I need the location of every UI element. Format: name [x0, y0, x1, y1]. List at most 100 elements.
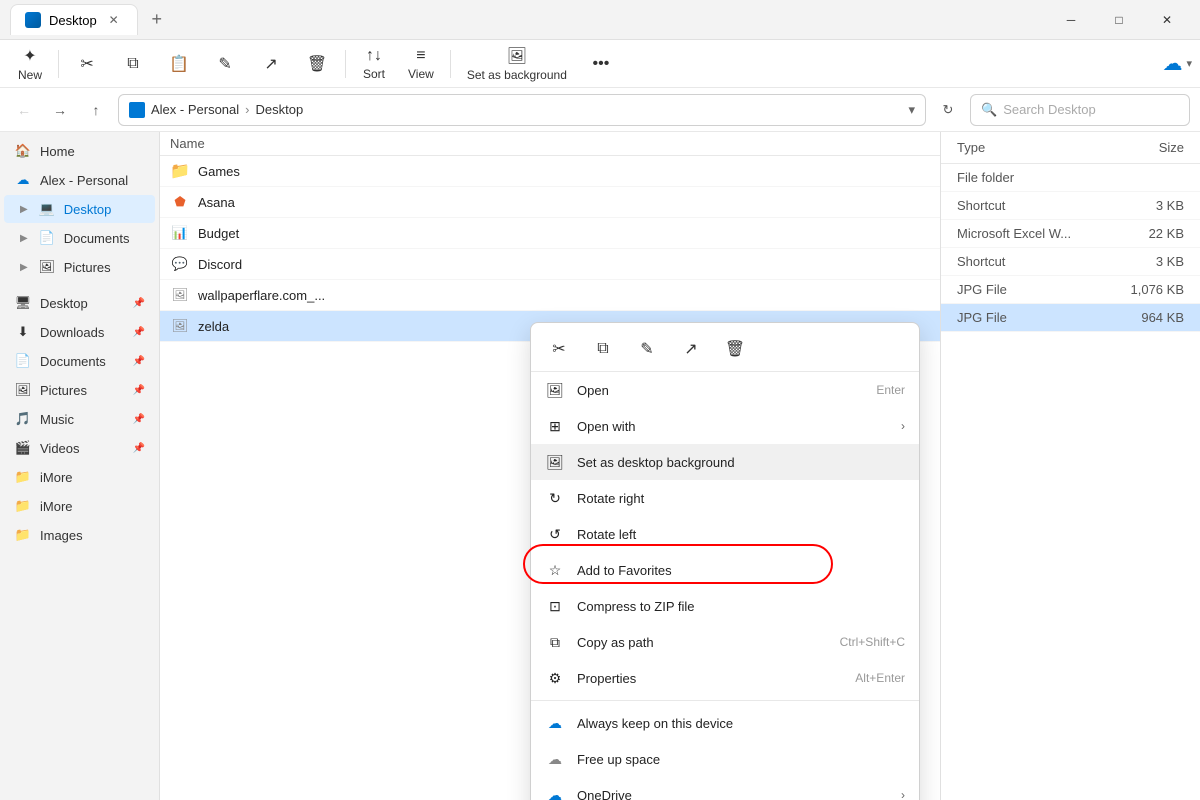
nav-desktop-quick[interactable]: 🖥 Desktop 📌 — [4, 289, 155, 317]
nav-imore1[interactable]: 📁 iMore — [4, 463, 155, 491]
nav-pictures[interactable]: ▶ 🖼 Pictures — [4, 253, 155, 281]
cm-set-background[interactable]: 🖼 Set as desktop background — [531, 444, 919, 480]
cm-path-shortcut: Ctrl+Shift+C — [840, 635, 905, 649]
pin-pics-icon: 📌 — [133, 385, 145, 396]
back-button[interactable]: ← — [10, 96, 38, 124]
cm-onedrive[interactable]: ☁ OneDrive › — [531, 777, 919, 800]
set-as-background-button[interactable]: 🖼 Set as background — [457, 44, 577, 84]
right-type-5: JPG File — [957, 282, 1104, 297]
file-row-discord[interactable]: 💬 Discord — [160, 249, 940, 280]
nav-images[interactable]: 📁 Images — [4, 521, 155, 549]
nav-documents-quick-label: Documents — [40, 354, 106, 369]
cm-properties[interactable]: ⚙ Properties Alt+Enter — [531, 660, 919, 696]
desktop-quick-icon: 🖥 — [14, 294, 32, 312]
cm-open-with-label: Open with — [577, 419, 889, 434]
copy-button[interactable]: ⧉ — [111, 44, 155, 84]
refresh-button[interactable]: ↻ — [934, 96, 962, 124]
nav-videos[interactable]: 🎬 Videos 📌 — [4, 434, 155, 462]
nav-home[interactable]: 🏠 Home — [4, 137, 155, 165]
cm-always-keep[interactable]: ☁ Always keep on this device — [531, 705, 919, 741]
documents-folder-icon: 📄 — [38, 229, 56, 247]
cm-rotate-right[interactable]: ↻ Rotate right — [531, 480, 919, 516]
more-icon: ••• — [592, 55, 609, 73]
file-row-wallpaper[interactable]: 🖼 wallpaperflare.com_... — [160, 280, 940, 311]
pin-videos-icon: 📌 — [133, 443, 145, 454]
forward-button[interactable]: → — [46, 96, 74, 124]
sort-button[interactable]: ↑↓ Sort — [352, 44, 396, 84]
expand-arrow-docs-icon: ▶ — [20, 233, 28, 244]
cm-path-label: Copy as path — [577, 635, 828, 650]
nav-imore1-label: iMore — [40, 470, 73, 485]
right-type-2: Shortcut — [957, 198, 1104, 213]
cm-open-with[interactable]: ⊞ Open with › — [531, 408, 919, 444]
view-button[interactable]: ≡ View — [398, 44, 444, 84]
new-tab-button[interactable]: + — [142, 5, 172, 35]
nav-downloads[interactable]: ⬇ Downloads 📌 — [4, 318, 155, 346]
nav-alex-personal[interactable]: ☁ Alex - Personal — [4, 166, 155, 194]
address-chevron-icon[interactable]: ▾ — [908, 102, 915, 118]
cut-button[interactable]: ✂ — [65, 44, 109, 84]
up-button[interactable]: ↑ — [82, 96, 110, 124]
file-row-games[interactable]: 📁 Games — [160, 156, 940, 187]
file-list-header: Name — [160, 132, 940, 156]
file-row-asana[interactable]: ⬟ Asana — [160, 187, 940, 218]
cm-compress-zip[interactable]: ⊡ Compress to ZIP file — [531, 588, 919, 624]
folder-games-icon: 📁 — [170, 161, 190, 181]
set-background-label: Set as background — [467, 68, 567, 82]
nav-alex-label: Alex - Personal — [40, 173, 128, 188]
window-controls: ─ □ ✕ — [1048, 0, 1190, 40]
nav-music[interactable]: 🎵 Music 📌 — [4, 405, 155, 433]
onedrive-icon: ☁ — [1162, 51, 1182, 76]
cm-free-icon: ☁ — [545, 749, 565, 769]
right-size-6: 964 KB — [1104, 310, 1184, 325]
more-button[interactable]: ••• — [579, 44, 623, 84]
cm-cut-button[interactable]: ✂ — [543, 333, 575, 365]
cm-open-icon: 🖼 — [545, 380, 565, 400]
nav-pictures-quick-label: Pictures — [40, 383, 87, 398]
cm-bg-icon: 🖼 — [545, 452, 565, 472]
address-box[interactable]: Alex - Personal › Desktop ▾ — [118, 94, 926, 126]
nav-pictures-quick[interactable]: 🖼 Pictures 📌 — [4, 376, 155, 404]
cm-rename-button[interactable]: ✎ — [631, 333, 663, 365]
minimize-button[interactable]: ─ — [1048, 0, 1094, 40]
discord-icon: 💬 — [170, 254, 190, 274]
cm-keep-label: Always keep on this device — [577, 716, 905, 731]
search-box[interactable]: 🔍 Search Desktop — [970, 94, 1190, 126]
cm-properties-shortcut: Alt+Enter — [855, 671, 905, 685]
type-column-header: Type — [957, 140, 1096, 155]
cm-delete-button[interactable]: 🗑 — [719, 333, 751, 365]
cut-icon: ✂ — [80, 54, 93, 74]
nav-home-label: Home — [40, 144, 75, 159]
new-button[interactable]: ✦ New — [8, 44, 52, 84]
nav-imore2[interactable]: 📁 iMore — [4, 492, 155, 520]
delete-button[interactable]: 🗑 — [295, 44, 339, 84]
right-type-1: File folder — [957, 170, 1104, 185]
nav-desktop-label: Desktop — [64, 202, 112, 217]
cm-zip-label: Compress to ZIP file — [577, 599, 905, 614]
nav-desktop-quick-label: Desktop — [40, 296, 88, 311]
tab-close-button[interactable]: ✕ — [105, 11, 123, 29]
cm-open-shortcut: Enter — [876, 383, 905, 397]
nav-desktop[interactable]: ▶ 💻 Desktop — [4, 195, 155, 223]
file-row-budget[interactable]: 📊 Budget — [160, 218, 940, 249]
paste-button[interactable]: 📋 — [157, 44, 201, 84]
cm-share-button[interactable]: ↗ — [675, 333, 707, 365]
cm-add-favorites[interactable]: ☆ Add to Favorites — [531, 552, 919, 588]
onedrive-chevron[interactable]: ▾ — [1186, 57, 1192, 70]
address-folder-icon — [129, 102, 145, 118]
copy-icon: ⧉ — [127, 55, 138, 73]
cm-free-space[interactable]: ☁ Free up space — [531, 741, 919, 777]
column-name-header: Name — [170, 136, 370, 151]
close-button[interactable]: ✕ — [1144, 0, 1190, 40]
share-button[interactable]: ↗ — [249, 44, 293, 84]
rename-button[interactable]: ✎ — [203, 44, 247, 84]
cm-copy-button[interactable]: ⧉ — [587, 333, 619, 365]
cm-open[interactable]: 🖼 Open Enter — [531, 372, 919, 408]
active-tab[interactable]: Desktop ✕ — [10, 4, 138, 35]
tab-folder-icon — [25, 12, 41, 28]
cm-rotate-left[interactable]: ↺ Rotate left — [531, 516, 919, 552]
nav-documents-quick[interactable]: 📄 Documents 📌 — [4, 347, 155, 375]
cm-copy-path[interactable]: ⧉ Copy as path Ctrl+Shift+C — [531, 624, 919, 660]
maximize-button[interactable]: □ — [1096, 0, 1142, 40]
nav-documents[interactable]: ▶ 📄 Documents — [4, 224, 155, 252]
